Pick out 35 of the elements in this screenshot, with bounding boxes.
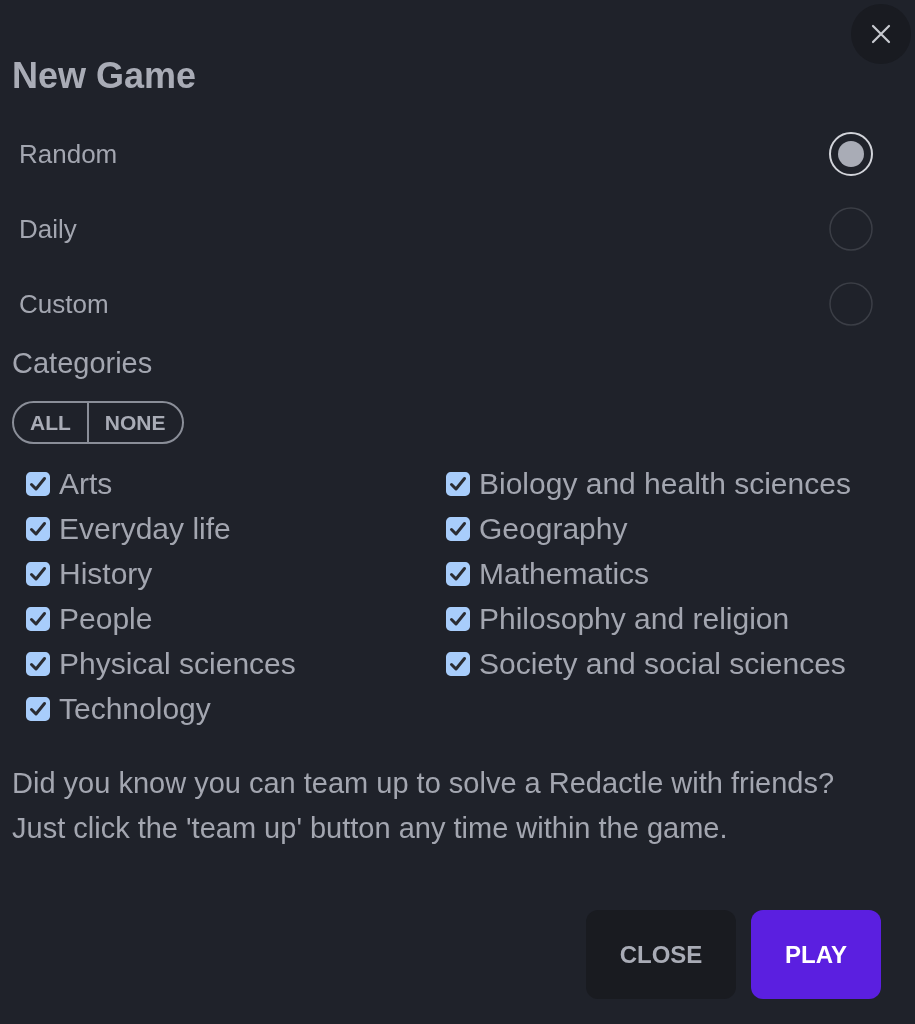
close-icon [871, 24, 891, 44]
category-label: People [59, 600, 153, 637]
checkbox[interactable] [446, 561, 470, 586]
category-label: Arts [59, 465, 113, 502]
checkbox[interactable] [26, 696, 50, 721]
checkbox[interactable] [446, 471, 470, 496]
select-toggle-button[interactable]: ALL [14, 403, 89, 442]
checkbox[interactable] [446, 606, 470, 631]
checkbox[interactable] [446, 516, 470, 541]
mode-label: Random [19, 137, 118, 170]
checkbox[interactable] [446, 651, 470, 676]
checkbox[interactable] [26, 516, 50, 541]
dialog-title: New Game [12, 54, 197, 98]
categories-heading: Categories [12, 346, 153, 381]
category-label: Everyday life [59, 510, 231, 547]
category-label: Society and social sciences [479, 645, 846, 682]
checkbox[interactable] [26, 606, 50, 631]
radio-button[interactable] [829, 206, 873, 251]
category-label: Physical sciences [59, 645, 296, 682]
category-label: Geography [479, 510, 628, 547]
close-dialog-button[interactable]: CLOSE [586, 910, 736, 999]
select-toggle-button[interactable]: NONE [88, 403, 182, 442]
radio-button[interactable] [829, 281, 873, 326]
checkbox[interactable] [26, 561, 50, 586]
mode-label: Daily [19, 212, 77, 245]
category-label: Technology [59, 690, 211, 727]
checkbox[interactable] [26, 471, 50, 496]
category-label: History [59, 555, 153, 592]
category-label: Mathematics [479, 555, 650, 592]
mode-label: Custom [19, 287, 109, 320]
tip-text: Did you know you can team up to solve a Redactle with friends? Just click the 'team up' button any time within the game. [12, 766, 836, 846]
play-button[interactable]: PLAY [751, 910, 881, 999]
checkbox[interactable] [26, 651, 50, 676]
category-label: Philosophy and religion [479, 600, 790, 637]
category-label: Biology and health sciences [479, 465, 851, 502]
